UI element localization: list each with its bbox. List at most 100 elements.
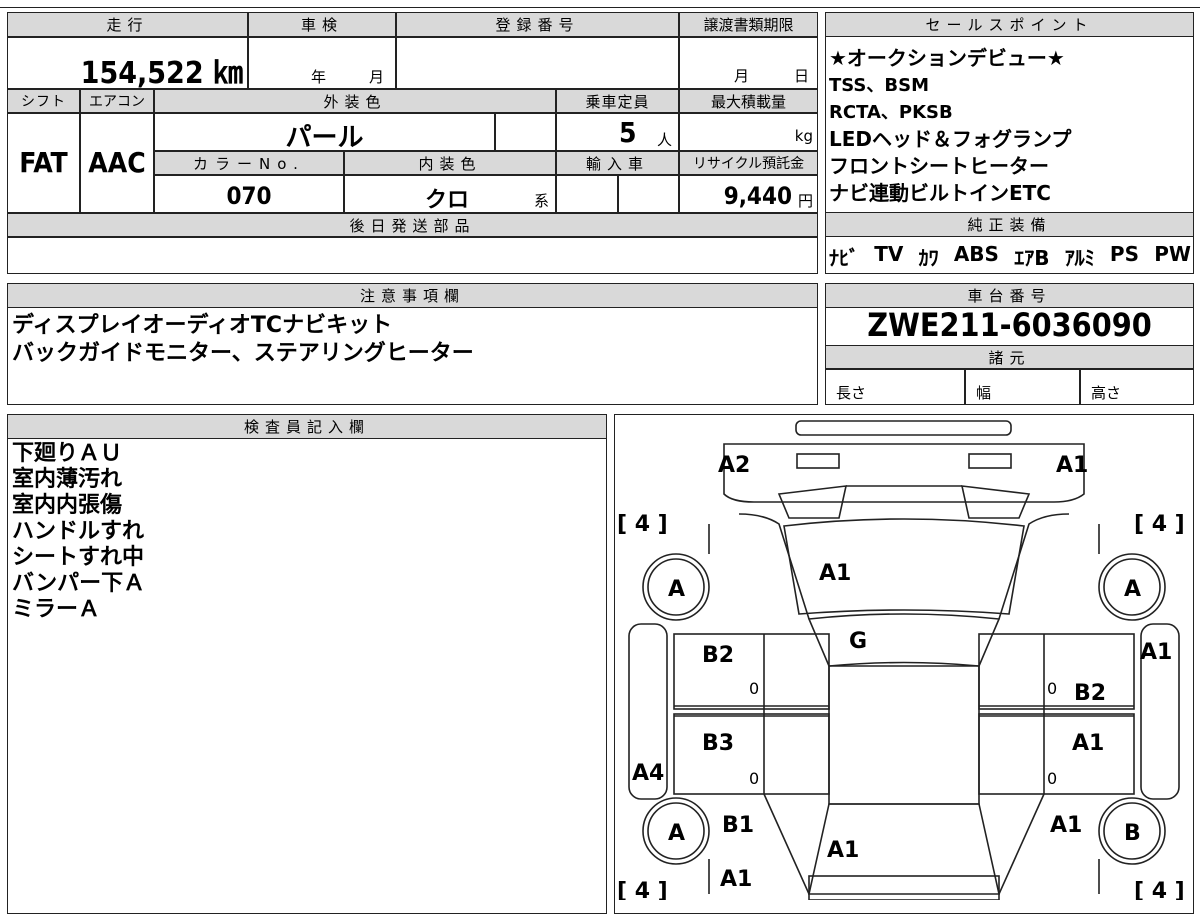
recycle-value: 9,440 bbox=[723, 182, 792, 210]
sales-points-header: セールスポイント bbox=[825, 12, 1194, 37]
quarter-rear-left-grade: B1 bbox=[722, 813, 754, 838]
transfer-day: 日 bbox=[794, 67, 810, 85]
capacity-header: 乗車定員 bbox=[556, 89, 679, 113]
sales-points-list: ★オークションデビュー★ TSS、BSM RCTA、PKSB LEDヘッド＆フォ… bbox=[829, 45, 1191, 207]
aircon-cell: AAC bbox=[80, 113, 154, 213]
capacity-label: 乗車定員 bbox=[585, 92, 650, 111]
spec-length-cell: 長さ bbox=[825, 369, 965, 405]
genuine-equipment-list: ﾅﾋﾞ TV ｶﾜ ABS ｴｱB ｱﾙﾐ PS PW bbox=[829, 242, 1191, 271]
max-load-cell: kg bbox=[679, 113, 818, 151]
equipment-item: ｴｱB bbox=[1014, 246, 1050, 270]
inspector-notes: 下廻りＡＵ 室内薄汚れ 室内内張傷 ハンドルすれ シートすれ中 バンパー下Ａ ミ… bbox=[12, 441, 145, 623]
wheel-front-right-grade: A bbox=[1124, 577, 1141, 602]
recycle-label: リサイクル預託金 bbox=[692, 156, 805, 172]
note-line: ディスプレイオーディオTCナビキット bbox=[12, 313, 393, 338]
specs-header: 諸元 bbox=[825, 345, 1194, 369]
equipment-item: PW bbox=[1154, 242, 1191, 266]
chassis-header: 車台番号 bbox=[825, 283, 1194, 308]
aircon-value: AAC bbox=[88, 146, 146, 179]
mileage-cell: 154,522 ㎞ bbox=[7, 37, 248, 91]
genuine-equipment-label: 純正装備 bbox=[967, 216, 1052, 234]
interior-color-header: 内装色 bbox=[344, 151, 556, 175]
specs-label: 諸元 bbox=[988, 348, 1031, 367]
inspector-line: バンパー下Ａ bbox=[12, 571, 146, 596]
interior-color-suffix: 系 bbox=[533, 192, 549, 210]
inspection-header: 車検 bbox=[248, 12, 396, 37]
windshield-grade: G bbox=[849, 629, 867, 654]
car-diagram: [ 4 ] [ 4 ] [ 4 ] [ 4 ] A2 A1 A1 G A A A… bbox=[617, 420, 1185, 900]
capacity-unit: 人 bbox=[657, 131, 673, 149]
transfer-deadline-header: 譲渡書類期限 bbox=[679, 12, 818, 37]
hood-grade: A1 bbox=[819, 561, 851, 586]
registration-label: 登録番号 bbox=[495, 16, 580, 34]
inspection-year: 年 bbox=[311, 68, 327, 86]
spec-length-label: 長さ bbox=[836, 384, 867, 402]
aircon-header: エアコン bbox=[80, 89, 154, 113]
exterior-color-label: 外装色 bbox=[323, 92, 387, 111]
front-right-corner-grade: A1 bbox=[1056, 453, 1088, 478]
later-parts-header: 後日発送部品 bbox=[7, 213, 818, 237]
handle-front-left: 0 bbox=[749, 679, 759, 698]
notes-text: ディスプレイオーディオTCナビキット バックガイドモニター、ステアリングヒーター bbox=[12, 312, 474, 368]
inspector-line: 下廻りＡＵ bbox=[12, 441, 123, 466]
shift-cell: FAT bbox=[7, 113, 80, 213]
color-no-cell: 070 bbox=[154, 175, 344, 213]
mileage-label: 走行 bbox=[106, 16, 149, 34]
wheel-front-left-grade: A bbox=[668, 577, 685, 602]
tread-rear-right: [ 4 ] bbox=[1134, 879, 1185, 900]
rear-bumper-left-grade: A1 bbox=[720, 867, 752, 892]
inspector-header: 検査員記入欄 bbox=[7, 414, 607, 439]
import-header: 輸入車 bbox=[556, 151, 679, 175]
mileage-value: 154,522 ㎞ bbox=[80, 56, 243, 91]
interior-color-cell: クロ 系 bbox=[344, 175, 556, 213]
shift-header: シフト bbox=[7, 89, 80, 113]
spec-height-label: 高さ bbox=[1091, 384, 1122, 402]
genuine-equipment-header: 純正装備 bbox=[825, 212, 1194, 237]
equipment-item: ABS bbox=[953, 242, 999, 266]
door-front-left-grade: B2 bbox=[702, 643, 734, 668]
equipment-item: PS bbox=[1109, 242, 1139, 266]
max-load-label: 最大積載量 bbox=[710, 92, 786, 111]
handle-rear-right: 0 bbox=[1047, 769, 1057, 788]
chassis-value: ZWE211-6036090 bbox=[867, 306, 1152, 344]
notes-header: 注意事項欄 bbox=[7, 283, 818, 308]
note-line: バックガイドモニター、ステアリングヒーター bbox=[12, 341, 474, 366]
inspector-line: ミラーＡ bbox=[12, 597, 101, 622]
front-left-corner-grade: A2 bbox=[718, 453, 750, 478]
trunk-grade: A1 bbox=[827, 838, 859, 863]
quarter-rear-right-grade: A1 bbox=[1050, 813, 1082, 838]
capacity-value: 5 bbox=[619, 116, 637, 149]
door-rear-right-grade: A1 bbox=[1072, 731, 1104, 756]
inspector-line: ハンドルすれ bbox=[12, 519, 145, 544]
sales-points-label: セールスポイント bbox=[925, 16, 1094, 34]
max-load-unit: kg bbox=[794, 127, 813, 145]
tread-front-left: [ 4 ] bbox=[617, 512, 668, 537]
registration-header: 登録番号 bbox=[396, 12, 679, 37]
later-parts-label: 後日発送部品 bbox=[349, 216, 476, 235]
wheel-rear-right-grade: B bbox=[1124, 821, 1141, 846]
equipment-item: ｶﾜ bbox=[918, 246, 939, 270]
exterior-color-value: パール bbox=[285, 123, 364, 153]
fender-front-right-grade: A1 bbox=[1140, 640, 1172, 665]
exterior-color-cell: パール bbox=[154, 113, 495, 153]
color-no-header: カラーNo. bbox=[154, 151, 344, 175]
sales-point-line: LEDヘッド＆フォグランプ bbox=[829, 127, 1072, 151]
registration-cell bbox=[396, 37, 679, 89]
spec-height-cell: 高さ bbox=[1080, 369, 1194, 405]
transfer-deadline-label: 譲渡書類期限 bbox=[703, 16, 794, 34]
sales-point-line: ★オークションデビュー★ bbox=[829, 46, 1065, 70]
color-no-label: カラーNo. bbox=[193, 154, 305, 173]
inspector-line: シートすれ中 bbox=[12, 545, 145, 570]
chassis-label: 車台番号 bbox=[967, 287, 1052, 305]
interior-color-value: クロ bbox=[425, 188, 470, 213]
later-parts-cell bbox=[7, 237, 818, 274]
shift-label: シフト bbox=[21, 94, 66, 110]
inspector-label: 検査員記入欄 bbox=[243, 418, 370, 436]
capacity-cell: 5 人 bbox=[556, 113, 679, 151]
door-front-right-grade: B2 bbox=[1074, 681, 1106, 706]
equipment-item: ｱﾙﾐ bbox=[1064, 246, 1095, 270]
inspector-line: 室内薄汚れ bbox=[12, 467, 123, 492]
color-no-value: 070 bbox=[226, 182, 272, 210]
door-rear-left-grade: B3 bbox=[702, 731, 734, 756]
transfer-deadline-cell: 月 日 bbox=[679, 37, 818, 89]
